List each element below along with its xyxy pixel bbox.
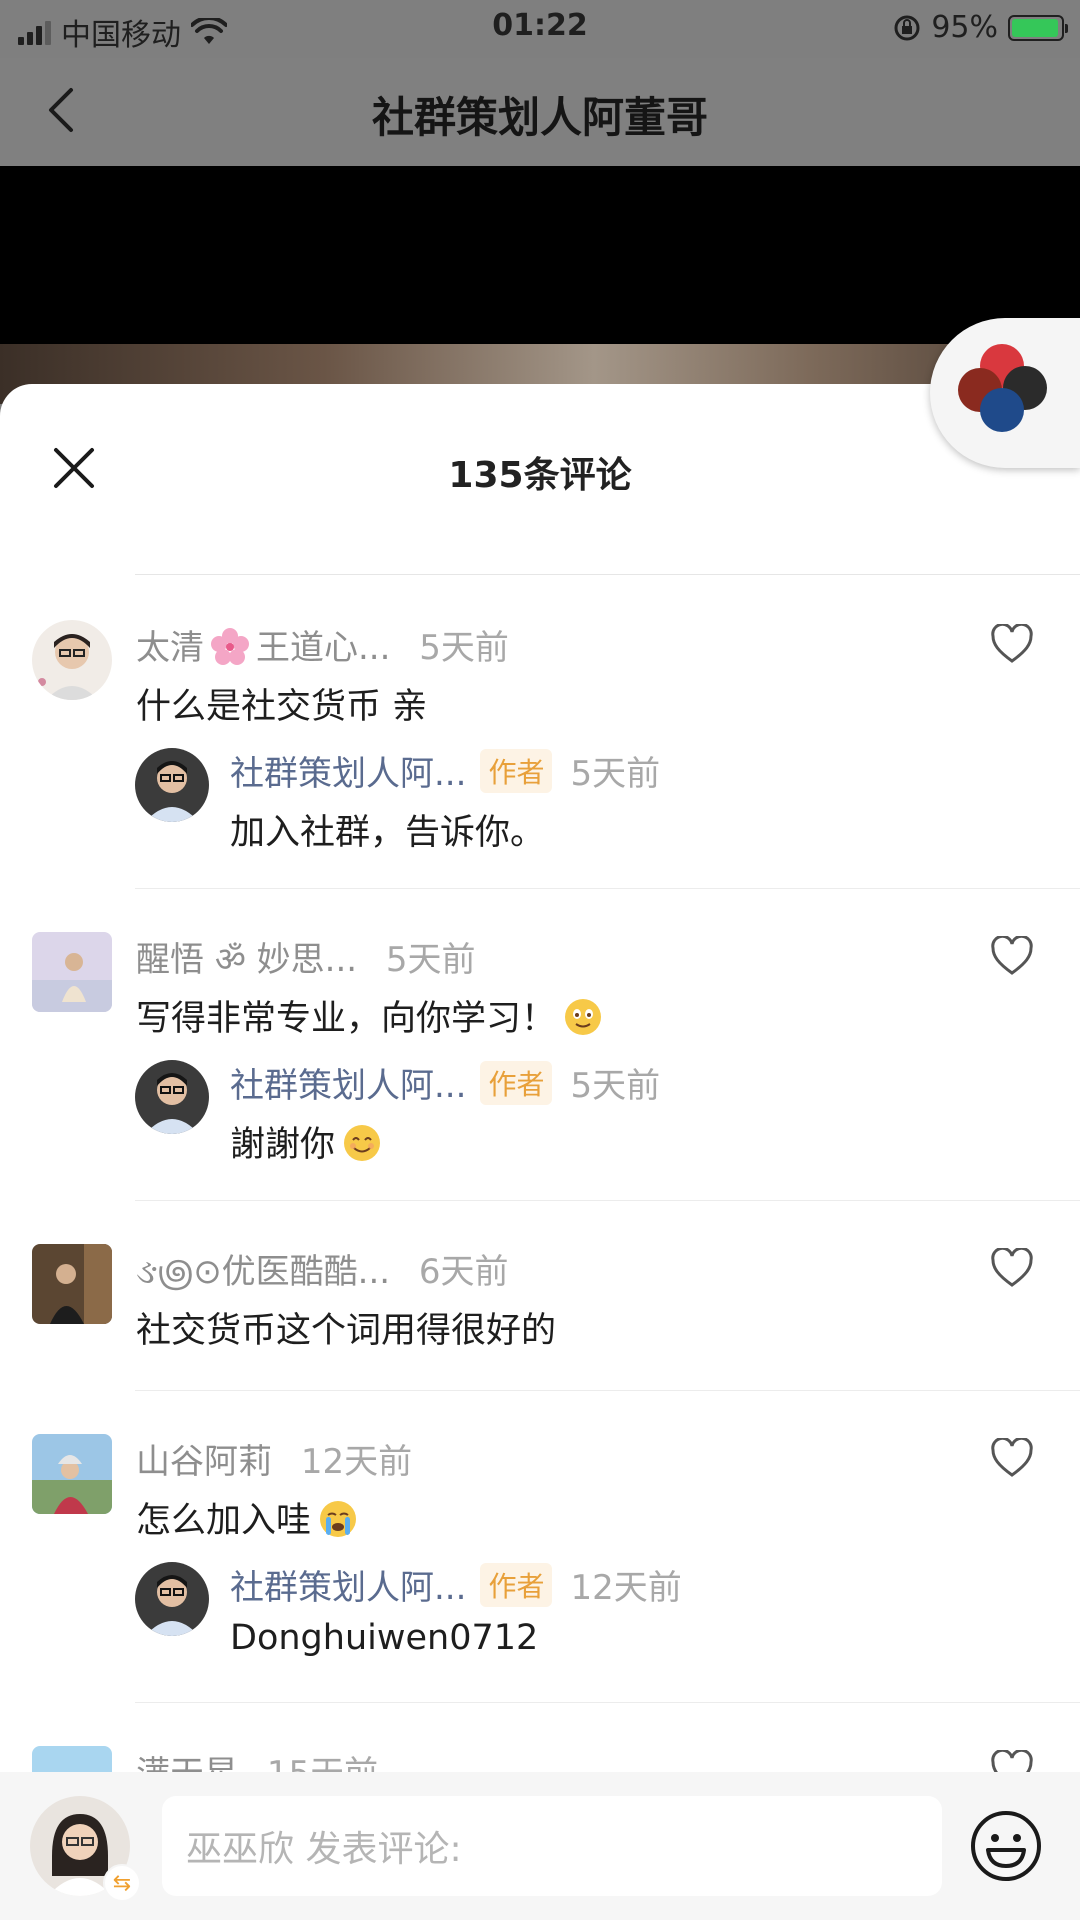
comment-time: 12天前 xyxy=(300,1442,413,1482)
comment-time: 5天前 xyxy=(385,940,476,980)
reply-text: 謝謝你 xyxy=(230,1116,381,1167)
reply-avatar-image xyxy=(135,1562,209,1636)
floating-avatar-cluster[interactable] xyxy=(930,318,1080,468)
reply-avatar[interactable] xyxy=(135,748,209,822)
reply-author[interactable]: 社群策划人阿... xyxy=(230,754,466,794)
comment-text: 什么是社交货币 亲 xyxy=(136,687,428,727)
reply-avatar[interactable] xyxy=(135,1562,209,1636)
reply-meta: 社群策划人阿... 作者 5天前 xyxy=(230,746,660,795)
comment-meta: 太清 王道心... 5天前 xyxy=(136,620,509,669)
switch-account-icon[interactable]: ⇆ xyxy=(103,1864,141,1902)
crying-face-emoji-icon xyxy=(320,1501,357,1537)
avatar[interactable] xyxy=(32,620,112,700)
author-tag: 作者 xyxy=(480,1061,553,1105)
avatar[interactable] xyxy=(32,1244,112,1324)
comment-author[interactable]: 山谷阿莉 xyxy=(136,1442,272,1482)
reply-time: 12天前 xyxy=(570,1568,682,1608)
comment-author[interactable]: 醒悟 ॐ 妙思... xyxy=(136,940,357,980)
reply-meta: 社群策划人阿... 作者 5天前 xyxy=(230,1058,660,1107)
comment-divider xyxy=(135,1390,1080,1391)
comments-sheet: 135条评论 太清 王道心... 5天前 什么是社交货币 亲 社群策划人阿...… xyxy=(0,384,1080,1920)
header-divider xyxy=(135,574,1080,575)
smiling-face-emoji-icon xyxy=(344,1125,381,1161)
comment-meta: 醒悟 ॐ 妙思... 5天前 xyxy=(136,932,476,981)
comment-time: 5天前 xyxy=(419,628,509,668)
comment-text: 写得非常专业，向你学习！ xyxy=(136,990,602,1041)
reply-author[interactable]: 社群策划人阿... xyxy=(230,1568,466,1608)
reply-text: Donghuiwen0712 xyxy=(230,1618,539,1658)
reply-avatar-image xyxy=(135,748,209,822)
nav-bar: 社群策划人阿董哥 xyxy=(0,58,1080,166)
battery-icon xyxy=(1008,14,1068,41)
author-tag: 作者 xyxy=(480,749,553,793)
reply-avatar[interactable] xyxy=(135,1060,209,1134)
avatar-image xyxy=(32,1244,112,1324)
comment-count-title: 135条评论 xyxy=(448,455,632,496)
cherry-blossom-icon xyxy=(211,628,249,665)
comment-text: 社交货币这个词用得很好的 xyxy=(136,1311,557,1351)
page-title: 社群策划人阿董哥 xyxy=(371,93,708,142)
battery-fill xyxy=(1012,18,1058,37)
avatar-image xyxy=(32,620,112,700)
comment-divider xyxy=(135,1200,1080,1201)
like-heart-icon[interactable] xyxy=(990,624,1034,664)
video-player[interactable] xyxy=(0,166,1080,344)
emoji-button-icon[interactable] xyxy=(968,1808,1044,1884)
orientation-lock-icon xyxy=(894,15,920,40)
comment-author[interactable]: ઙ౷⊙优医酷酷... xyxy=(136,1252,390,1292)
reply-text: 加入社群，告诉你。 xyxy=(230,813,546,853)
comment-divider xyxy=(135,888,1080,889)
comment-input-bar: ⇆ 巫巫欣 发表评论: xyxy=(0,1772,1080,1920)
avatar-image xyxy=(32,1434,112,1514)
like-heart-icon[interactable] xyxy=(990,1438,1034,1478)
like-heart-icon[interactable] xyxy=(990,1248,1034,1288)
blushing-face-emoji-icon xyxy=(565,999,602,1035)
reply-author[interactable]: 社群策划人阿... xyxy=(230,1066,466,1106)
comment-divider xyxy=(135,1702,1080,1703)
battery-percent: 95% xyxy=(931,10,998,45)
reply-meta: 社群策划人阿... 作者 12天前 xyxy=(230,1560,682,1609)
reply-time: 5天前 xyxy=(570,754,661,794)
avatar[interactable] xyxy=(32,1434,112,1514)
reply-avatar-image xyxy=(135,1060,209,1134)
like-heart-icon[interactable] xyxy=(990,936,1034,976)
comment-time: 6天前 xyxy=(418,1252,509,1292)
status-bar: 中国移动 01:22 95% xyxy=(0,0,1080,58)
author-tag: 作者 xyxy=(480,1563,553,1607)
avatar[interactable] xyxy=(32,932,112,1012)
avatar-image xyxy=(32,932,112,1012)
comment-meta: 山谷阿莉 12天前 xyxy=(136,1434,412,1483)
comment-meta: ઙ౷⊙优医酷酷... 6天前 xyxy=(136,1244,509,1300)
comment-text: 怎么加入哇 xyxy=(136,1492,357,1543)
status-right: 95% xyxy=(893,10,1068,45)
comment-author[interactable]: 太清 王道心... xyxy=(136,628,390,668)
floating-avatars-icon xyxy=(958,344,1047,432)
reply-time: 5天前 xyxy=(570,1066,661,1106)
comment-input[interactable]: 巫巫欣 发表评论: xyxy=(162,1796,942,1896)
